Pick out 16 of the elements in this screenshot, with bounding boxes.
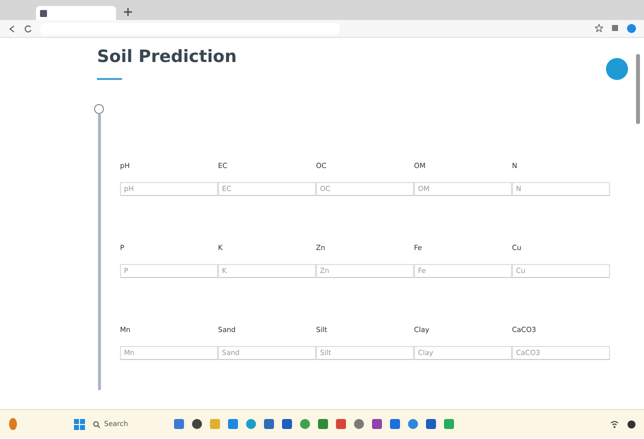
start-icon[interactable] [74,418,85,430]
page-title: Soil Prediction [97,46,238,68]
profile-icon[interactable] [627,24,636,33]
reload-icon[interactable] [24,24,32,32]
back-icon[interactable] [8,24,16,32]
page-icon [40,10,47,16]
timeline-node [94,104,104,114]
scrollbar[interactable] [636,54,640,124]
browser-icon[interactable] [246,419,256,429]
search-icon [93,420,100,428]
browser-tab[interactable] [36,6,116,20]
wifi-icon[interactable] [610,420,619,428]
new-tab-icon[interactable] [124,8,132,16]
menu-button[interactable] [606,58,628,80]
widget-icon[interactable] [174,419,184,429]
star-icon[interactable] [595,24,603,32]
